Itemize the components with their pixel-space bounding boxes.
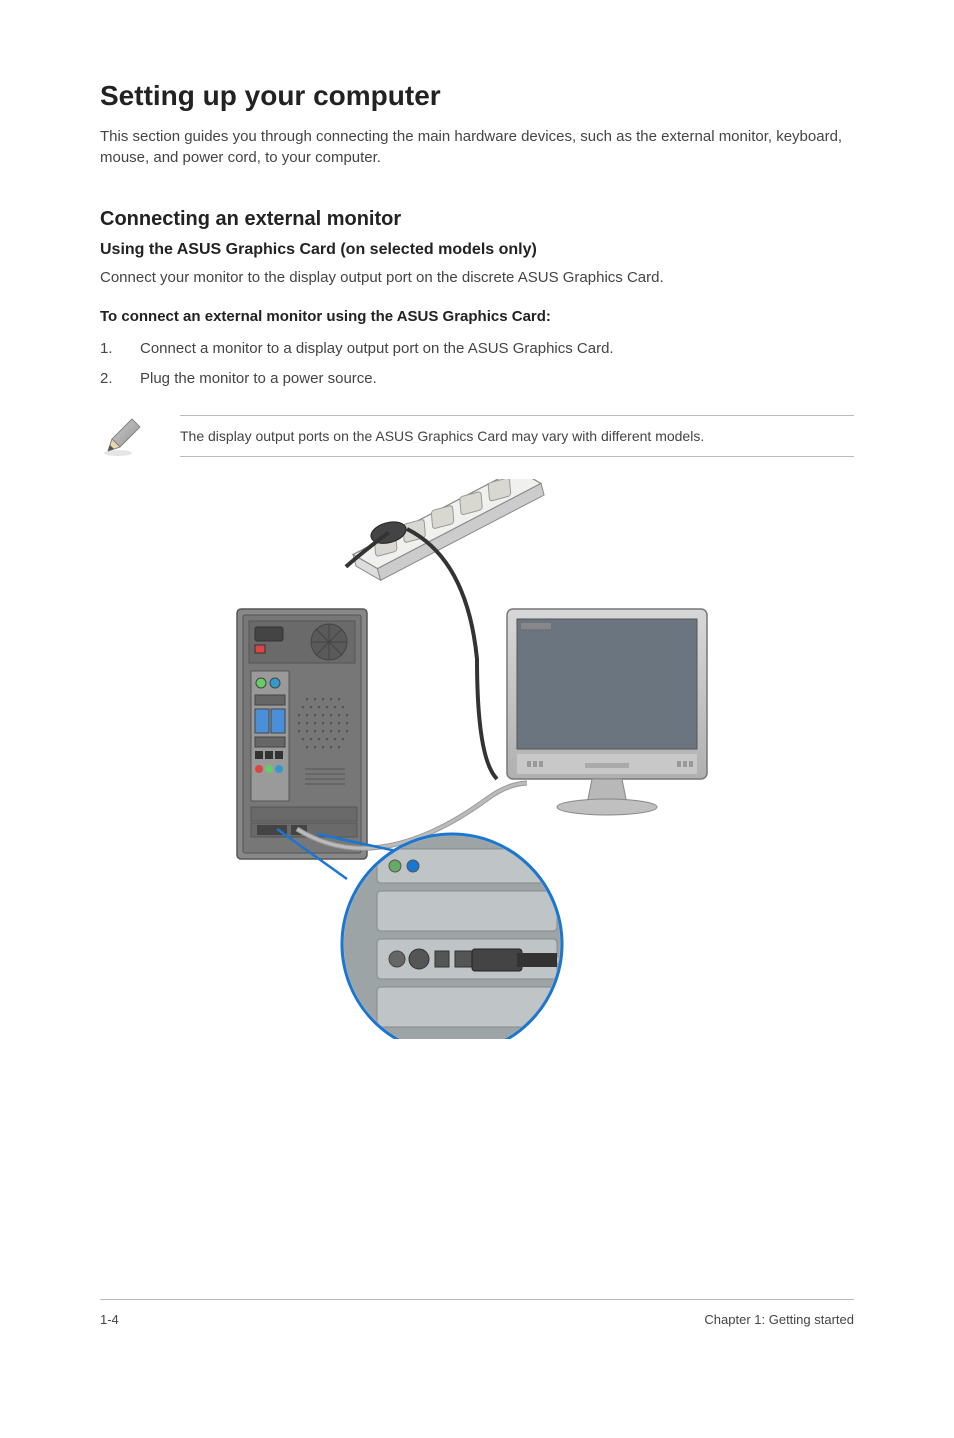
page-footer: 1-4 Chapter 1: Getting started [100,1299,854,1327]
step-item: 1. Connect a monitor to a display output… [100,337,854,361]
body-text: Connect your monitor to the display outp… [100,267,854,288]
pencil-icon [100,415,144,459]
intro-text: This section guides you through connecti… [100,126,854,168]
step-list: 1. Connect a monitor to a display output… [100,337,854,391]
step-number: 2. [100,367,140,391]
connection-diagram [227,479,727,1039]
step-number: 1. [100,337,140,361]
page-number: 1-4 [100,1312,119,1327]
section-heading: Connecting an external monitor [100,208,854,231]
page-title: Setting up your computer [100,80,854,112]
step-item: 2. Plug the monitor to a power source. [100,367,854,391]
step-text: Plug the monitor to a power source. [140,367,377,391]
note-box: The display output ports on the ASUS Gra… [100,415,854,459]
instruction-heading: To connect an external monitor using the… [100,308,854,325]
chapter-label: Chapter 1: Getting started [704,1312,854,1327]
note-text: The display output ports on the ASUS Gra… [180,428,704,444]
step-text: Connect a monitor to a display output po… [140,337,614,361]
sub-heading: Using the ASUS Graphics Card (on selecte… [100,241,854,259]
